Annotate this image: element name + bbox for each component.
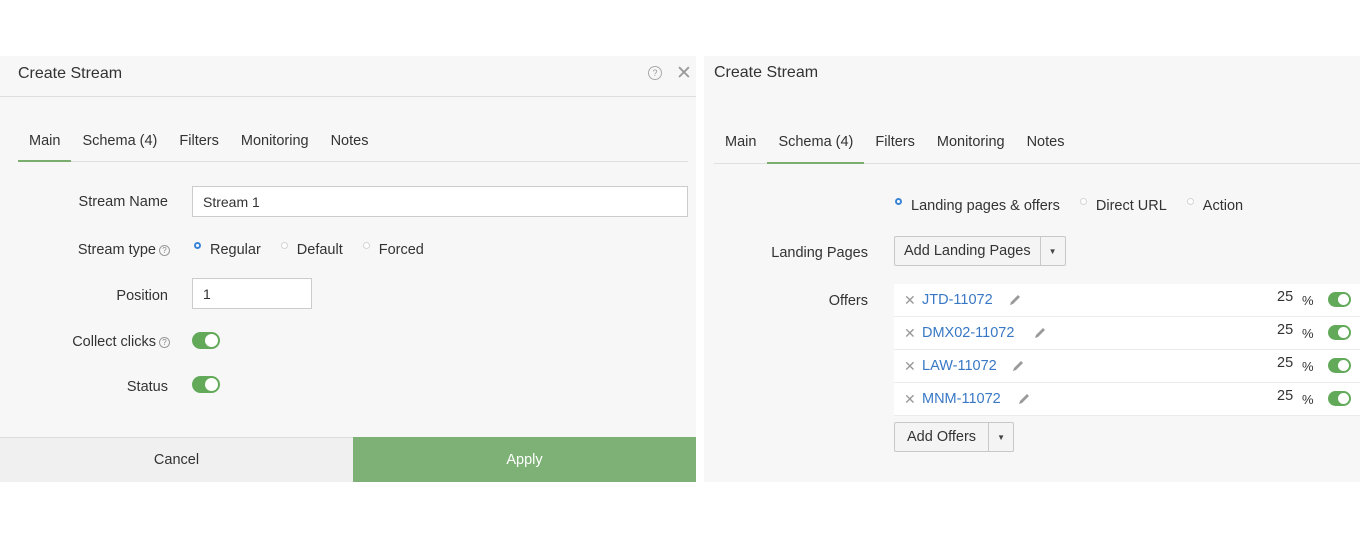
close-icon[interactable]: ✕ xyxy=(676,62,692,85)
radio-dot xyxy=(194,241,201,249)
tab-notes[interactable]: Notes xyxy=(320,130,380,161)
offer-link[interactable]: LAW-11072 xyxy=(922,358,997,374)
dialog-title: Create Stream xyxy=(18,65,123,82)
dialog-header: Create Stream xyxy=(704,56,1360,97)
tab-main[interactable]: Main xyxy=(714,131,767,163)
status-label: Status xyxy=(126,379,168,395)
dialog-title: Create Stream xyxy=(714,64,819,81)
offer-weight[interactable]: 25 xyxy=(1277,289,1293,305)
tab-schema[interactable]: Schema (4) xyxy=(767,131,865,164)
cancel-button[interactable]: Cancel xyxy=(0,437,353,482)
dialog-header: Create Stream ? ✕ xyxy=(0,56,696,97)
offer-row: ✕ JTD-11072 25 % xyxy=(894,284,1360,317)
offer-list: ✕ JTD-11072 25 % ✕ DMX02-11072 25 % ✕ LA… xyxy=(894,284,1360,416)
radio-dot xyxy=(1079,197,1087,205)
collect-clicks-toggle[interactable] xyxy=(192,332,220,349)
dialog-footer: Cancel Apply xyxy=(0,437,696,482)
offer-toggle[interactable] xyxy=(1328,325,1351,340)
offer-weight[interactable]: 25 xyxy=(1277,322,1293,338)
offer-row: ✕ DMX02-11072 25 % xyxy=(894,317,1360,350)
tab-monitoring[interactable]: Monitoring xyxy=(230,130,320,161)
edit-icon[interactable] xyxy=(1017,392,1031,406)
edit-icon[interactable] xyxy=(1011,359,1025,373)
radio-label: Regular xyxy=(210,242,261,258)
tab-filters[interactable]: Filters xyxy=(168,130,229,161)
stream-type-radio-group: Regular Default Forced xyxy=(194,241,444,258)
tab-filters[interactable]: Filters xyxy=(864,131,925,163)
tab-bar: Main Schema (4) Filters Monitoring Notes xyxy=(714,131,1360,164)
help-icon[interactable]: ? xyxy=(648,66,662,80)
help-icon[interactable]: ? xyxy=(159,336,170,348)
radio-regular[interactable]: Regular xyxy=(194,241,261,258)
percent-sign: % xyxy=(1302,326,1314,341)
radio-dot xyxy=(280,241,288,249)
percent-sign: % xyxy=(1302,359,1314,374)
tab-schema[interactable]: Schema (4) xyxy=(71,130,168,161)
radio-label: Default xyxy=(296,242,343,258)
remove-icon[interactable]: ✕ xyxy=(904,325,916,342)
offer-link[interactable]: MNM-11072 xyxy=(922,391,1001,407)
radio-label: Action xyxy=(1202,198,1244,214)
add-offers-button[interactable]: Add Offers xyxy=(895,423,990,451)
offer-link[interactable]: DMX02-11072 xyxy=(922,325,1014,341)
radio-dot xyxy=(362,241,370,249)
stream-type-label: Stream type? xyxy=(40,242,170,258)
add-landing-pages-split-button: Add Landing Pages ▼ xyxy=(894,236,1066,266)
collect-clicks-label-text: Collect clicks xyxy=(72,334,156,350)
add-landing-pages-button[interactable]: Add Landing Pages xyxy=(895,237,1041,265)
radio-landing-pages-offers[interactable]: Landing pages & offers xyxy=(895,197,1060,214)
offer-row: ✕ MNM-11072 25 % xyxy=(894,383,1360,416)
edit-icon[interactable] xyxy=(1008,293,1022,307)
radio-label: Direct URL xyxy=(1095,198,1167,214)
radio-direct-url[interactable]: Direct URL xyxy=(1079,197,1167,214)
percent-sign: % xyxy=(1302,392,1314,407)
radio-action[interactable]: Action xyxy=(1186,197,1244,214)
stream-type-label-text: Stream type xyxy=(77,242,156,258)
apply-button[interactable]: Apply xyxy=(353,437,696,482)
remove-icon[interactable]: ✕ xyxy=(904,391,916,408)
edit-icon[interactable] xyxy=(1033,326,1047,340)
percent-sign: % xyxy=(1302,293,1314,308)
tab-monitoring[interactable]: Monitoring xyxy=(926,131,1016,163)
offer-row: ✕ LAW-11072 25 % xyxy=(894,350,1360,383)
radio-dot xyxy=(1186,197,1194,205)
schema-type-radio-group: Landing pages & offers Direct URL Action xyxy=(895,197,1263,214)
offer-toggle[interactable] xyxy=(1328,292,1351,307)
tab-main[interactable]: Main xyxy=(18,130,72,162)
radio-dot xyxy=(895,197,902,205)
offer-toggle[interactable] xyxy=(1328,391,1351,406)
remove-icon[interactable]: ✕ xyxy=(904,358,916,375)
radio-default[interactable]: Default xyxy=(280,241,343,258)
remove-icon[interactable]: ✕ xyxy=(904,292,916,309)
tab-notes[interactable]: Notes xyxy=(1016,131,1076,163)
radio-label: Landing pages & offers xyxy=(911,198,1060,214)
offers-label: Offers xyxy=(828,293,868,309)
offer-link[interactable]: JTD-11072 xyxy=(922,292,993,308)
chevron-down-icon[interactable]: ▼ xyxy=(1041,237,1065,265)
create-stream-dialog-main: Create Stream ? ✕ Main Schema (4) Filter… xyxy=(0,56,696,482)
status-toggle[interactable] xyxy=(192,376,220,393)
collect-clicks-label: Collect clicks? xyxy=(20,334,170,350)
offer-toggle[interactable] xyxy=(1328,358,1351,373)
offer-weight[interactable]: 25 xyxy=(1277,355,1293,371)
radio-label: Forced xyxy=(378,242,424,258)
stream-name-input[interactable] xyxy=(192,186,688,217)
chevron-down-icon[interactable]: ▼ xyxy=(989,423,1013,451)
position-label: Position xyxy=(116,288,168,304)
create-stream-dialog-schema: Create Stream Main Schema (4) Filters Mo… xyxy=(704,56,1360,482)
stream-name-label: Stream Name xyxy=(78,194,168,210)
position-input[interactable] xyxy=(192,278,312,309)
offer-weight[interactable]: 25 xyxy=(1277,388,1293,404)
landing-pages-label: Landing Pages xyxy=(771,245,868,261)
tab-bar: Main Schema (4) Filters Monitoring Notes xyxy=(18,130,688,162)
help-icon[interactable]: ? xyxy=(159,244,170,256)
radio-forced[interactable]: Forced xyxy=(362,241,424,258)
add-offers-split-button: Add Offers ▼ xyxy=(894,422,1015,452)
